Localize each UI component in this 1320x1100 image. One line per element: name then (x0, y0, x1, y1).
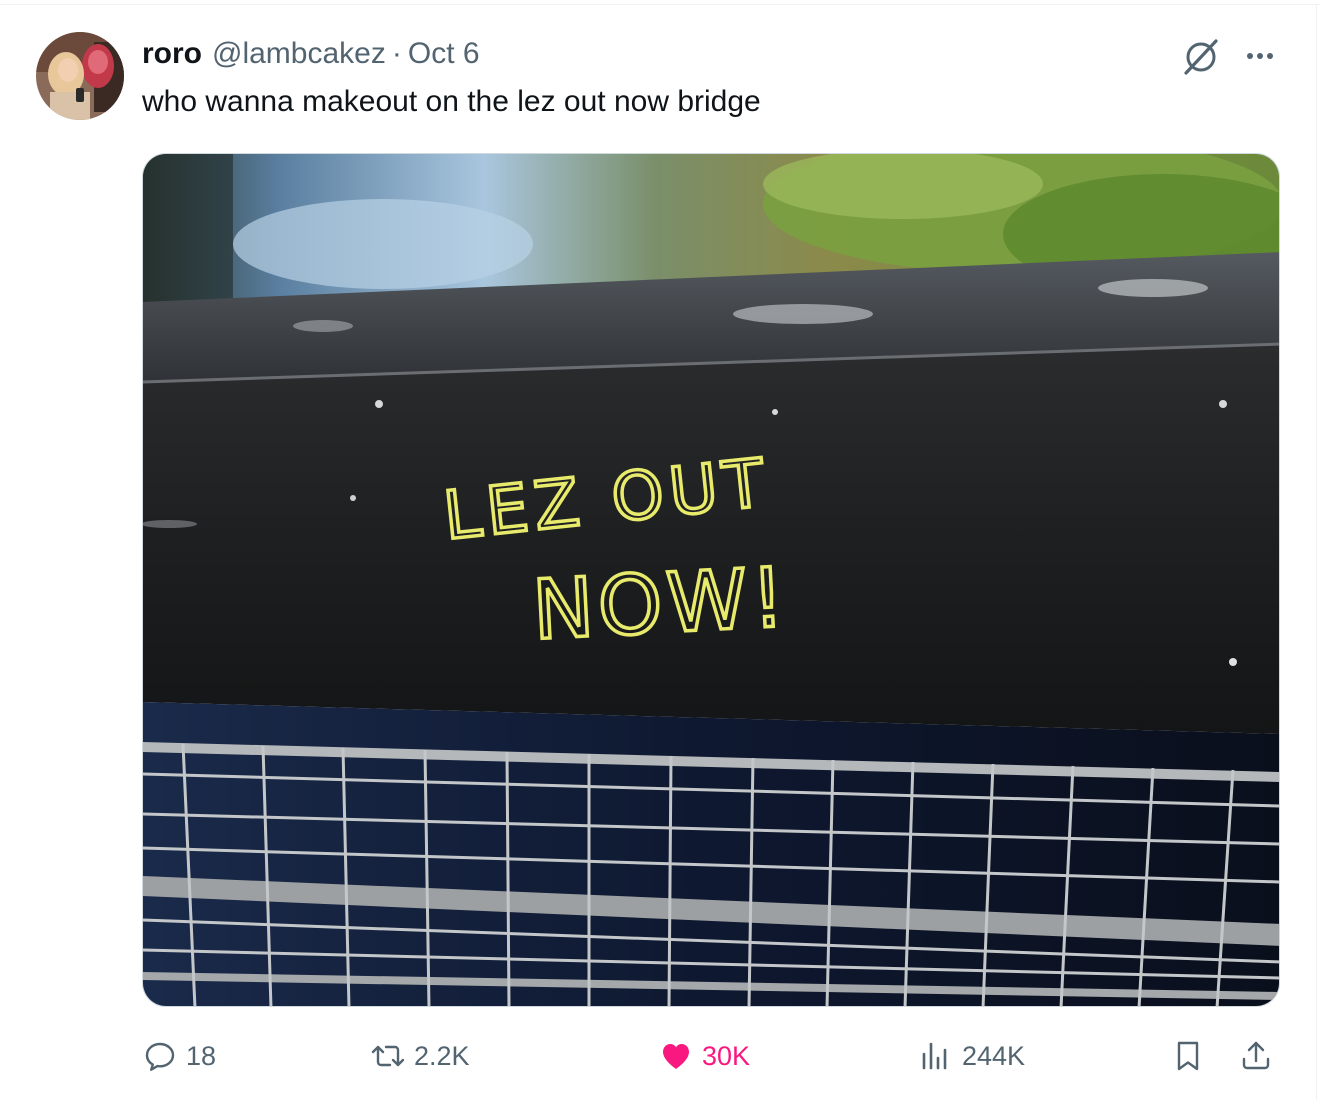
avatar-image (36, 32, 124, 120)
separator-dot: · (391, 37, 402, 70)
tweet-photo[interactable]: LEZ OUT NOW! (142, 153, 1280, 1007)
like-button[interactable]: 30K (658, 1032, 750, 1080)
author-handle[interactable]: @lambcakez (212, 37, 386, 71)
graffiti-line-2: NOW! (530, 550, 790, 658)
share-button[interactable] (1238, 1032, 1274, 1080)
repost-icon (371, 1045, 405, 1067)
action-bar: 18 2.2K 30K 244K (142, 1032, 1282, 1080)
bridge-graffiti-photo: LEZ OUT NOW! (143, 154, 1279, 1006)
tweet-card[interactable]: roro @lambcakez · Oct 6 who wanna makeou… (0, 0, 1316, 1100)
reply-icon (145, 1042, 175, 1071)
repost-button[interactable]: 2.2K (370, 1032, 470, 1080)
reply-count: 18 (186, 1040, 217, 1071)
like-count: 30K (702, 1040, 751, 1071)
right-divider (1316, 4, 1317, 1100)
bookmark-button[interactable] (1170, 1032, 1206, 1080)
views-count: 244K (962, 1040, 1026, 1071)
tweet-date[interactable]: Oct 6 (408, 37, 480, 71)
tweet-text: who wanna makeout on the lez out now bri… (142, 85, 761, 118)
author-name[interactable]: roro (142, 37, 202, 71)
share-icon (1242, 1041, 1270, 1070)
views-icon (922, 1042, 947, 1070)
avatar[interactable] (36, 32, 124, 120)
views-button[interactable]: 244K (918, 1032, 1025, 1080)
tweet-header: roro @lambcakez · Oct 6 (142, 36, 480, 72)
bookmark-icon (1177, 1041, 1199, 1071)
repost-count: 2.2K (414, 1040, 470, 1071)
heart-icon (663, 1044, 689, 1069)
more-icon[interactable] (1240, 38, 1280, 74)
grok-icon[interactable] (1180, 36, 1222, 78)
reply-button[interactable]: 18 (142, 1032, 216, 1080)
